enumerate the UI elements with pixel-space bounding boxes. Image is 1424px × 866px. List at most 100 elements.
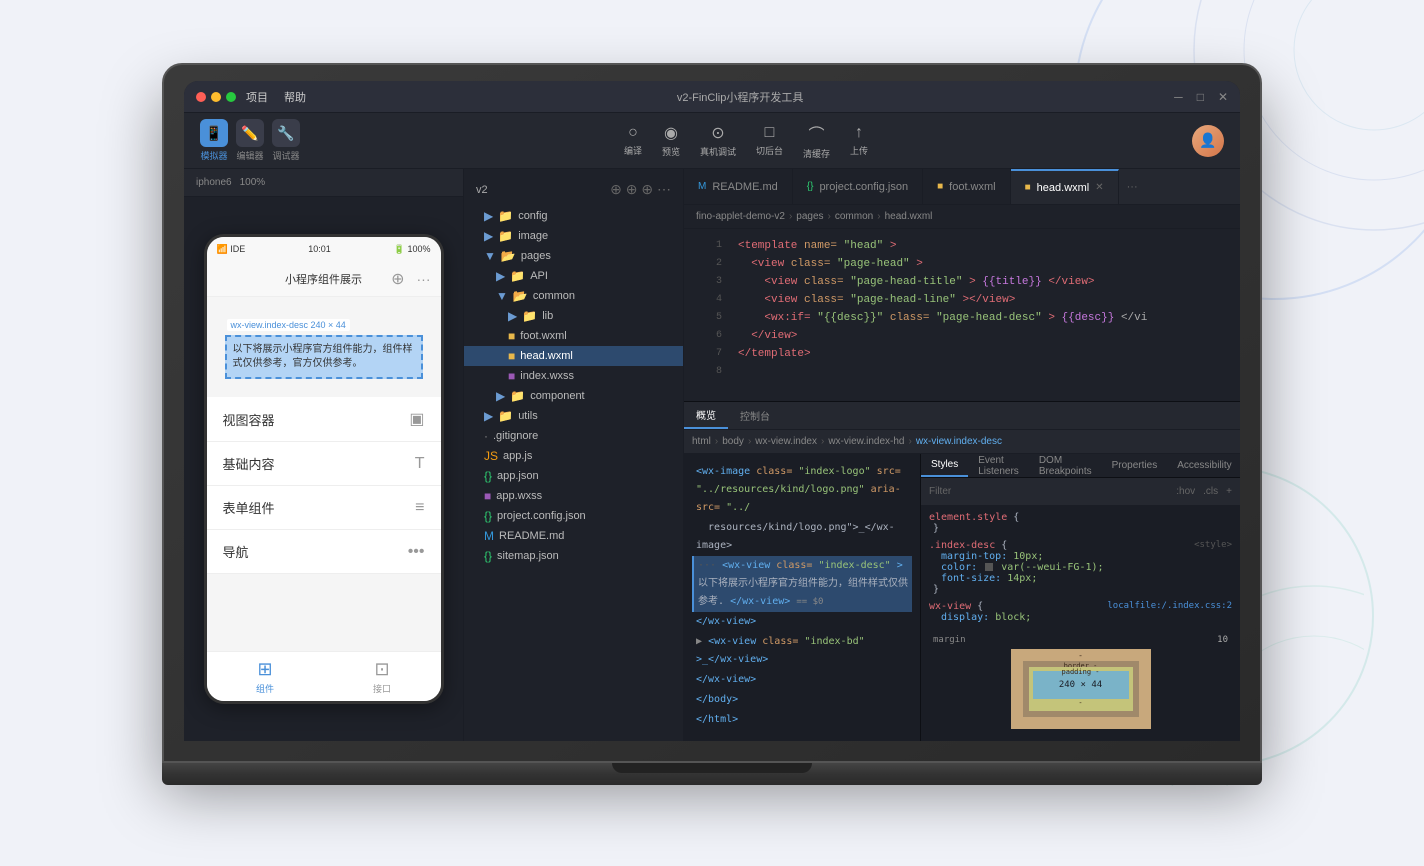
path-html[interactable]: html [692,436,711,447]
tab-readme-icon: M [698,181,706,192]
subtab-event-listeners[interactable]: Event Listeners [968,454,1029,477]
tree-item-pages[interactable]: ▼ 📂 pages [464,246,683,266]
titlebar: 项目 帮助 v2-FinClip小程序开发工具 ─ □ ✕ [184,81,1240,113]
compile-action[interactable]: ○ 编译 [624,124,642,157]
subtab-styles[interactable]: Styles [921,454,968,477]
tree-label-api: API [530,270,548,282]
device-debug-action[interactable]: ⊙ 真机调试 [700,123,736,158]
breadcrumb-common[interactable]: common [835,211,873,222]
html-expand-icon[interactable]: ▶ [696,636,702,647]
cls-toggle[interactable]: .cls [1203,486,1218,497]
tree-label-utils: utils [518,410,538,422]
panel-tab-overview[interactable]: 概览 [684,402,728,429]
tree-item-component[interactable]: ▶ 📁 component [464,386,683,406]
phone-menu-item-1[interactable]: 视图容器 ▣ [207,397,441,442]
tree-item-api[interactable]: ▶ 📁 API [464,266,683,286]
menu-help[interactable]: 帮助 [284,89,306,105]
phone-menu-item-3[interactable]: 表单组件 ≡ [207,486,441,530]
html-preview[interactable]: <wx-image class= "index-logo" src= "../r… [684,454,920,741]
tree-item-app-wxss[interactable]: ■ app.wxss [464,486,683,506]
subtab-dom-breakpoints[interactable]: DOM Breakpoints [1029,454,1102,477]
html-attr-aria-val: "../ [726,502,750,513]
user-avatar[interactable]: 👤 [1192,125,1224,157]
debugger-button[interactable]: 🔧 调试器 [272,119,300,162]
maximize-button[interactable] [226,92,236,102]
subtab-properties[interactable]: Properties [1102,454,1168,477]
hover-toggle[interactable]: :hov [1176,486,1195,497]
tree-item-gitignore[interactable]: · .gitignore [464,426,683,446]
style-selector-wx-view-row: wx-view { localfile:/.index.css:2 [929,601,1232,612]
background-action[interactable]: □ 切后台 [756,124,783,157]
tree-item-sitemap[interactable]: {} sitemap.json [464,546,683,566]
clear-cache-action[interactable]: ⌒ 清缓存 [803,121,830,160]
phone-nav-dots[interactable]: ··· [417,271,431,287]
minimize-button[interactable] [211,92,221,102]
path-body[interactable]: body [722,436,744,447]
menu-project[interactable]: 项目 [246,89,268,105]
box-model-section: margin 10 - [929,631,1232,733]
phone-tab-interface[interactable]: ⊡ 接口 [373,659,391,695]
phone-menu-item-2[interactable]: 基础内容 T [207,442,441,486]
path-index[interactable]: wx-view.index [755,436,817,447]
tree-item-config[interactable]: ▶ 📁 config [464,206,683,226]
close-button[interactable] [196,92,206,102]
breadcrumb-file[interactable]: head.wxml [885,211,933,222]
folder-expand-icon-pages: ▼ [484,249,496,263]
html-tag-close: > [897,560,903,571]
tab-project-config[interactable]: {} project.config.json [793,169,923,204]
simulator-header: iphone6 100% [184,169,463,197]
line-num-8: 8 [692,363,722,381]
tree-item-foot-wxml[interactable]: ■ foot.wxml [464,326,683,346]
tree-item-head-wxml[interactable]: ■ head.wxml [464,346,683,366]
panel-tab-console[interactable]: 控制台 [728,402,782,429]
tab-readme[interactable]: M README.md [684,169,793,204]
minimize-win-icon[interactable]: ─ [1174,90,1183,104]
style-source-link[interactable]: localfile:/.index.css:2 [1107,601,1232,611]
add-style-icon[interactable]: + [1226,486,1232,497]
element-path: html › body › wx-view.index › wx-view.in… [684,430,1240,454]
restore-win-icon[interactable]: □ [1197,90,1204,104]
breadcrumb-root[interactable]: fino-applet-demo-v2 [696,211,785,222]
tree-item-utils[interactable]: ▶ 📁 utils [464,406,683,426]
file-icon-readme: M [484,529,494,543]
breadcrumb-pages[interactable]: pages [796,211,823,222]
tree-label-app-wxss: app.wxss [496,490,542,502]
debugger-icon: 🔧 [272,119,300,147]
style-close-element: } [929,523,1232,534]
app-title: v2-FinClip小程序开发工具 [306,89,1174,105]
code-content-2: <view class= "page-head" > [738,255,923,273]
phone-menu-item-4[interactable]: 导航 ••• [207,530,441,574]
tab-more[interactable]: ··· [1119,169,1146,204]
path-index-hd[interactable]: wx-view.index-hd [828,436,904,447]
filter-input[interactable] [955,486,1172,497]
tree-item-readme[interactable]: M README.md [464,526,683,546]
tree-item-app-json[interactable]: {} app.json [464,466,683,486]
close-win-icon[interactable]: ✕ [1218,90,1228,104]
phone-tab-component[interactable]: ⊞ 组件 [256,659,274,695]
tab-foot-wxml[interactable]: ■ foot.wxml [923,169,1011,204]
tree-item-app-js[interactable]: JS app.js [464,446,683,466]
tree-item-project-config[interactable]: {} project.config.json [464,506,683,526]
folder-icon-component: 📁 [510,389,525,403]
subtab-accessibility[interactable]: Accessibility [1167,454,1240,477]
editor-button[interactable]: ✏️ 编辑器 [236,119,264,162]
box-model-margin-value: 10 [1217,635,1228,645]
tree-item-common[interactable]: ▼ 📂 common [464,286,683,306]
upload-action[interactable]: ↑ 上传 [850,124,868,157]
simulator-button[interactable]: 📱 模拟器 [200,119,228,162]
tab-head-wxml[interactable]: ■ head.wxml ✕ [1011,169,1119,204]
code-editor[interactable]: 1 <template name= "head" > 2 [684,229,1240,401]
tree-icons[interactable]: ⊕ ⊕ ⊕ ⋯ [610,181,671,198]
phone-nav-extra[interactable]: ⊕ [391,269,404,289]
path-index-desc[interactable]: wx-view.index-desc [916,436,1002,447]
tree-label-config: config [518,210,547,222]
html-dollar0: == $0 [796,597,823,607]
code-line-8: 8 [684,363,1240,381]
tree-item-lib[interactable]: ▶ 📁 lib [464,306,683,326]
tree-item-index-wxss[interactable]: ■ index.wxss [464,366,683,386]
html-line-2[interactable]: ··· <wx-view class= "index-desc" > 以下将展示… [692,556,912,612]
tab-close-head-wxml[interactable]: ✕ [1095,182,1103,193]
preview-action[interactable]: ◉ 预览 [662,123,680,158]
html-tag-wx-view-desc: <wx-view [722,560,770,571]
tree-item-image[interactable]: ▶ 📁 image [464,226,683,246]
